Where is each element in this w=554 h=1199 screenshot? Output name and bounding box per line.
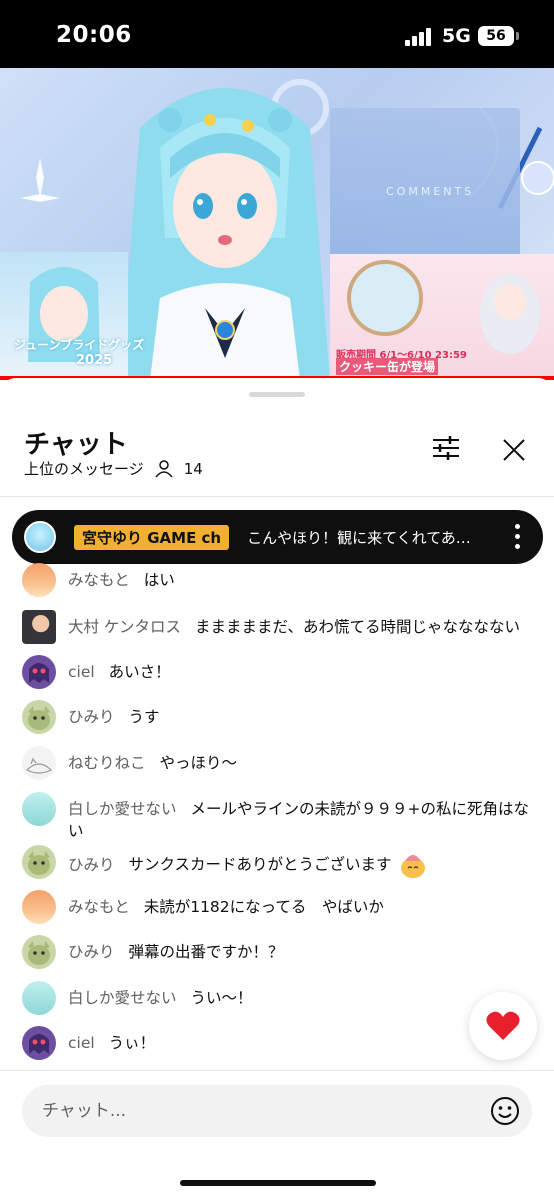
message-author: ひみり <box>68 708 115 726</box>
message-text: うい〜！ <box>190 989 253 1007</box>
creature-avatar-art <box>28 706 50 730</box>
message-author: ciel <box>68 1034 95 1052</box>
user-avatar <box>22 792 56 826</box>
chat-message[interactable]: ひみり 弾幕の出番ですか！？ <box>22 935 542 969</box>
message-text: 弾幕の出番ですか！？ <box>128 943 284 961</box>
message-text: はい <box>143 571 175 589</box>
battery-tip <box>516 32 519 40</box>
message-author: 白しか愛せない <box>68 800 177 818</box>
message-author: ねむりねこ <box>68 754 146 772</box>
creature-avatar-art <box>28 941 50 965</box>
pinned-author-avatar <box>24 521 56 553</box>
smiley-icon[interactable] <box>490 1096 520 1126</box>
viewer-count: 14 <box>183 459 203 478</box>
chat-sheet: チャット 上位のメッセージ 14 宮守ゆり GAME ch こんやほり！観に来て… <box>0 378 554 1199</box>
chat-mode-label[interactable]: 上位のメッセージ <box>24 458 144 479</box>
message-text: まままままだ、あわ慌てる時間じゃなななない <box>194 618 521 636</box>
user-avatar <box>22 935 56 969</box>
chat-message[interactable]: 白しか愛せない メールやラインの未読が９９９+の私に死角はない <box>22 792 542 842</box>
message-text: サンクスカードありがとうございます <box>128 855 392 874</box>
chat-message[interactable]: ねむりねこ やっほり〜 <box>22 746 542 780</box>
video-player[interactable]: COMMENTS ジューンブライドグッズ 2025 販売期間 6/1〜6/10 … <box>0 68 554 380</box>
user-avatar <box>22 563 56 597</box>
user-avatar <box>22 610 56 644</box>
chat-message[interactable]: 白しか愛せない うい〜！ <box>22 981 542 1015</box>
chat-message[interactable]: ciel あいさ！ <box>22 655 542 689</box>
chat-input[interactable] <box>22 1085 532 1137</box>
home-indicator[interactable] <box>180 1180 376 1186</box>
chat-message[interactable]: ひみり うす <box>22 700 542 734</box>
chat-message[interactable]: 大村 ケンタロス まままままだ、あわ慌てる時間じゃなななない <box>22 610 542 644</box>
chat-message[interactable]: ひみり サンクスカードありがとうございます <box>22 845 542 879</box>
message-text: やっほり〜 <box>159 754 238 772</box>
pinned-message-text: こんやほり！観に来てくれてあ… <box>247 528 471 547</box>
close-icon[interactable] <box>500 436 528 464</box>
heart-icon <box>486 1011 520 1040</box>
ghost-avatar-art <box>29 663 49 683</box>
message-author: ひみり <box>68 943 115 961</box>
sliders-icon[interactable] <box>430 434 462 462</box>
message-author: ciel <box>68 663 95 681</box>
person-icon <box>155 459 173 477</box>
user-avatar <box>22 890 56 924</box>
input-divider <box>0 1070 554 1071</box>
merch-left-year: 2025 <box>76 353 113 368</box>
user-avatar <box>22 746 56 780</box>
pinned-message[interactable]: 宮守ゆり GAME ch こんやほり！観に来てくれてあ… <box>12 510 543 564</box>
header-divider <box>0 496 554 497</box>
status-bar: 20:06 5G 56 <box>0 0 554 68</box>
heart-reaction-button[interactable] <box>469 992 537 1060</box>
vtuber-avatar <box>120 88 330 380</box>
comments-panel-title: COMMENTS <box>386 185 475 198</box>
user-avatar <box>22 655 56 689</box>
battery-icon: 56 <box>478 26 514 46</box>
signal-icon <box>405 28 435 46</box>
message-author: 白しか愛せない <box>68 989 177 1007</box>
merch-left-title: ジューンブライドグッズ <box>14 338 145 352</box>
drag-handle[interactable] <box>249 392 305 397</box>
message-author: 大村 ケンタロス <box>68 618 181 636</box>
ghost-avatar-art <box>29 1034 49 1054</box>
vertical-dots-icon[interactable] <box>513 524 521 550</box>
chat-message[interactable]: ciel うぃ！ <box>22 1026 542 1060</box>
chat-subtitle-row[interactable]: 上位のメッセージ 14 <box>24 458 203 479</box>
message-text: あいさ！ <box>108 663 171 681</box>
user-avatar <box>22 700 56 734</box>
user-avatar <box>22 1026 56 1060</box>
user-avatar <box>22 845 56 879</box>
merch-right-title: クッキー缶が登場 <box>336 358 439 375</box>
user-avatar <box>22 981 56 1015</box>
message-author: ひみり <box>68 855 115 874</box>
message-text: うす <box>128 708 160 726</box>
chat-title: チャット <box>24 430 128 460</box>
message-author: みなもと <box>68 571 130 589</box>
thanks-card-icon <box>400 855 425 878</box>
message-text: 未読が1182になってる やばいか <box>143 898 384 916</box>
message-author: みなもと <box>68 898 130 916</box>
message-text: うぃ！ <box>108 1034 156 1052</box>
chat-message[interactable]: みなもと 未読が1182になってる やばいか <box>22 890 542 924</box>
creature-avatar-art <box>28 851 50 875</box>
chat-message[interactable]: みなもと はい <box>22 563 542 597</box>
sleeping-cat-avatar-art <box>25 757 53 774</box>
status-time: 20:06 <box>56 22 132 48</box>
network-type: 5G <box>442 25 471 47</box>
pinned-author-badge: 宮守ゆり GAME ch <box>74 524 230 550</box>
